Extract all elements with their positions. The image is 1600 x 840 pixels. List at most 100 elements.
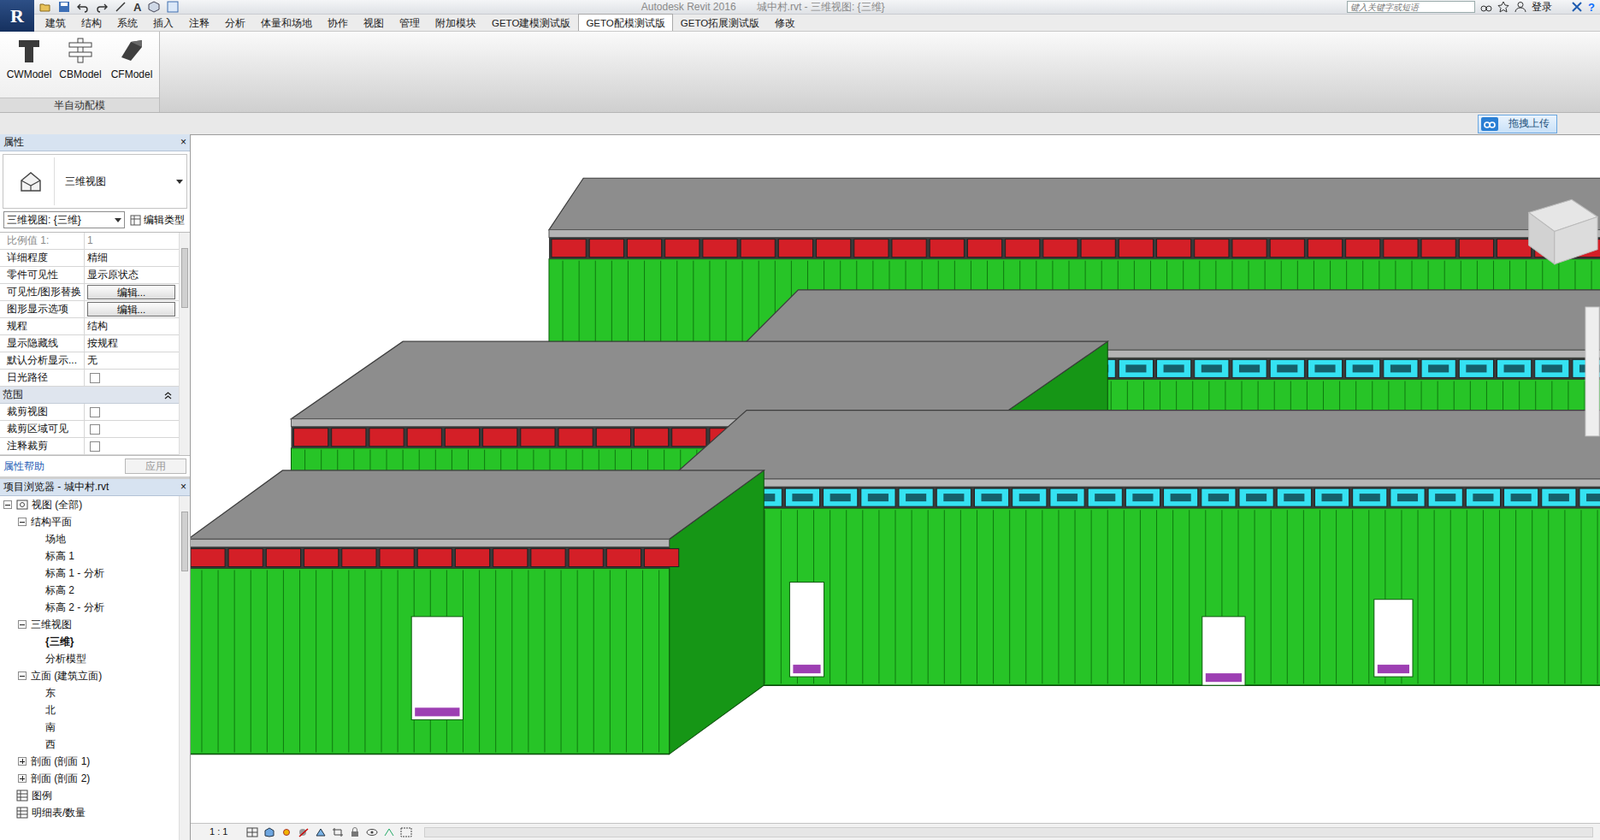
tree-item[interactable]: 西 xyxy=(0,735,179,753)
checkbox[interactable] xyxy=(89,424,101,435)
ribbon-tab[interactable]: 体量和场地 xyxy=(253,13,320,31)
upload-button[interactable]: 拖拽上传 xyxy=(1477,114,1558,134)
window-title: Autodesk Revit 2016城中村.rvt - 三维视图: {三维} xyxy=(183,0,1342,15)
search-field[interactable] xyxy=(1346,0,1476,13)
tree-item[interactable]: 立面 (建筑立面) xyxy=(0,667,179,685)
property-value[interactable]: 结构 xyxy=(87,319,108,332)
property-value[interactable]: 按规程 xyxy=(87,336,119,349)
collapse-icon[interactable] xyxy=(164,390,172,400)
checkbox[interactable] xyxy=(89,407,101,418)
model-3d-view[interactable] xyxy=(190,135,1600,823)
view-scale[interactable]: 1 : 1 xyxy=(209,824,228,839)
ribbon-tab[interactable]: 视图 xyxy=(355,13,392,31)
save-icon[interactable] xyxy=(58,0,71,13)
property-value[interactable]: 精细 xyxy=(87,251,108,264)
checkbox[interactable] xyxy=(89,372,101,384)
ribbon-tab[interactable]: GETO配模测试版 xyxy=(578,13,673,31)
ribbon-tab[interactable]: 插入 xyxy=(145,13,182,31)
lock-icon[interactable] xyxy=(348,826,361,838)
property-section[interactable]: 范围 xyxy=(0,386,179,404)
ribbon-tab[interactable]: 建筑 xyxy=(37,13,74,31)
ribbon-tab[interactable]: GETO拓展测试版 xyxy=(673,13,768,31)
tree-item[interactable]: 结构平面 xyxy=(0,513,179,531)
scrollbar[interactable] xyxy=(178,495,190,840)
tree-item[interactable]: 北 xyxy=(0,701,179,719)
properties-palette: 属性 × 三维视图 三维视图: {三维} 编辑类型 比例值 1:1详细程度精 xyxy=(0,134,190,477)
ribbon-tab[interactable]: 修改 xyxy=(767,13,803,31)
property-value[interactable]: 显示原状态 xyxy=(87,268,139,281)
expander-icon[interactable] xyxy=(3,500,12,509)
properties-help-link[interactable]: 属性帮助 xyxy=(3,458,45,474)
expander-icon[interactable] xyxy=(17,619,27,629)
ribbon-tab[interactable]: GETO建模测试版 xyxy=(484,13,579,31)
tree-item[interactable]: 东 xyxy=(0,684,179,702)
hide-icon[interactable] xyxy=(366,826,378,838)
horizontal-scrollbar[interactable] xyxy=(424,826,1594,838)
detail-level-icon[interactable] xyxy=(246,826,259,838)
tree-item[interactable]: 视图 (全部) xyxy=(0,495,179,514)
close-button[interactable]: × xyxy=(180,478,187,496)
measure-icon[interactable] xyxy=(114,0,127,13)
analytical-icon[interactable] xyxy=(383,826,396,838)
3d-view-icon[interactable] xyxy=(147,0,160,13)
expander-icon[interactable] xyxy=(17,671,27,680)
edit-button[interactable]: 编辑... xyxy=(87,284,176,300)
tree-item[interactable]: 标高 2 xyxy=(0,581,179,599)
ribbon-tab[interactable]: 协作 xyxy=(319,13,356,31)
close-button[interactable]: × xyxy=(180,134,187,151)
tree-item[interactable]: 明细表/数量 xyxy=(0,803,179,821)
help-button[interactable]: ? xyxy=(1588,1,1595,13)
tree-item[interactable]: 标高 1 xyxy=(0,547,179,565)
property-label: 日光路径 xyxy=(0,369,85,386)
edit-button[interactable]: 编辑... xyxy=(87,301,176,317)
ribbon-tab[interactable]: 结构 xyxy=(73,13,110,31)
application-menu-button[interactable]: R xyxy=(0,0,35,32)
star-icon[interactable] xyxy=(1497,0,1510,13)
sun-path-icon[interactable] xyxy=(280,826,293,838)
tree-item[interactable]: {三维} xyxy=(0,632,179,650)
sign-in-link[interactable]: 登录 xyxy=(1531,0,1553,15)
exchange-icon[interactable] xyxy=(1570,0,1583,13)
tree-item[interactable]: 南 xyxy=(0,718,179,736)
tree-item[interactable]: 剖面 (剖面 2) xyxy=(0,769,179,787)
ribbon-tab[interactable]: 分析 xyxy=(217,13,254,31)
open-icon[interactable] xyxy=(39,0,52,13)
constraints-icon[interactable] xyxy=(400,826,413,838)
ribbon-tab[interactable]: 管理 xyxy=(391,13,428,31)
tree-item[interactable]: 三维视图 xyxy=(0,615,179,633)
tree-item[interactable]: 图例 xyxy=(0,786,179,804)
expander-icon[interactable] xyxy=(17,517,27,526)
tree-item[interactable]: 场地 xyxy=(0,530,179,548)
render-icon[interactable] xyxy=(314,826,327,838)
text-tool-button[interactable]: A xyxy=(133,1,142,13)
thin-lines-icon[interactable] xyxy=(166,0,179,13)
ribbon-button[interactable]: CBModel xyxy=(54,31,107,98)
ribbon-button[interactable]: CFModel xyxy=(106,31,158,98)
ribbon-button[interactable]: CWModel xyxy=(3,31,55,98)
checkbox[interactable] xyxy=(89,441,101,452)
tree-item[interactable]: 分析模型 xyxy=(0,649,179,668)
undo-icon[interactable] xyxy=(76,0,89,13)
tree-item[interactable]: 剖面 (剖面 1) xyxy=(0,752,179,770)
property-value[interactable]: 无 xyxy=(87,354,98,367)
visual-style-icon[interactable] xyxy=(263,826,276,838)
tree-item[interactable]: 标高 1 - 分析 xyxy=(0,564,179,582)
expander-icon[interactable] xyxy=(17,773,27,783)
ribbon-tab[interactable]: 系统 xyxy=(109,13,146,31)
apply-button[interactable]: 应用 xyxy=(124,458,187,474)
edit-type-button[interactable]: 编辑类型 xyxy=(128,212,187,228)
type-selector[interactable]: 三维视图 xyxy=(2,153,188,209)
scrollbar[interactable] xyxy=(178,232,190,455)
redo-icon[interactable] xyxy=(95,0,108,13)
shadows-icon[interactable] xyxy=(297,826,310,838)
tree-item[interactable]: 标高 2 - 分析 xyxy=(0,598,179,616)
user-icon[interactable] xyxy=(1514,0,1527,13)
beam-model-icon xyxy=(67,36,94,65)
ribbon-tab[interactable]: 注释 xyxy=(181,13,218,31)
binoculars-icon[interactable] xyxy=(1480,0,1493,13)
expander-icon[interactable] xyxy=(17,756,27,766)
crop-icon[interactable] xyxy=(331,826,344,838)
view-select[interactable]: 三维视图: {三维} xyxy=(3,211,125,229)
property-grid: 比例值 1:1详细程度精细零件可见性显示原状态可见性/图形替换编辑...图形显示… xyxy=(0,231,190,456)
ribbon-tab[interactable]: 附加模块 xyxy=(427,13,485,31)
